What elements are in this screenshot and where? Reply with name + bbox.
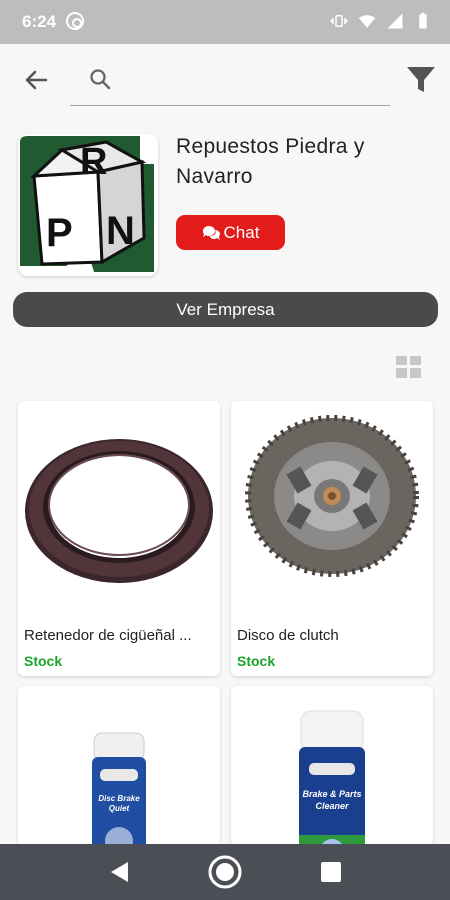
logo-letter-r: R [80, 141, 107, 183]
app-bar [0, 44, 450, 120]
can-label-line-2: Cleaner [315, 801, 349, 811]
nav-recents-icon[interactable] [321, 862, 341, 882]
logo-letter-p: P [46, 211, 73, 255]
can-label-line-2: Quiet [109, 804, 130, 813]
product-name: Disco de clutch [237, 627, 339, 644]
grid-view-icon[interactable] [396, 356, 421, 378]
battery-icon [419, 12, 427, 29]
product-stock: Stock [237, 653, 276, 669]
ver-empresa-button[interactable]: Ver Empresa [13, 292, 438, 327]
company-name: Repuestos Piedra y Navarro [176, 135, 365, 188]
search-input[interactable] [122, 64, 382, 96]
logo-letter-n: N [106, 209, 135, 253]
nav-back-icon[interactable] [108, 860, 130, 884]
signal-icon [387, 13, 403, 29]
chat-button-label: Chat [223, 222, 260, 242]
product-image-brake-spray-can: Disc Brake Quiet [92, 732, 146, 846]
product-stock: Stock [24, 653, 63, 669]
wifi-icon [358, 15, 376, 28]
chat-bubbles-icon [202, 225, 220, 240]
logo-cube-graphic: R P N [18, 134, 158, 276]
arrow-left-icon[interactable] [20, 64, 52, 96]
product-card[interactable]: Brake & Parts Cleaner [231, 686, 433, 846]
can-label-line-1: Brake & Parts [302, 789, 361, 799]
search-icon [90, 69, 111, 90]
product-card[interactable]: Retenedor de cigüeñal ... Stock [18, 401, 220, 676]
search-bar[interactable] [70, 58, 390, 106]
vibrate-icon [330, 15, 348, 27]
at-sign-icon [66, 12, 84, 30]
product-card[interactable]: Disco de clutch Stock [231, 401, 433, 676]
status-icons [330, 12, 432, 30]
chat-button[interactable]: Chat [176, 215, 285, 250]
company-logo: R P N [18, 134, 158, 276]
status-time: 6:24 [22, 12, 57, 31]
product-card[interactable]: Disc Brake Quiet [18, 686, 220, 846]
system-nav-bar [0, 844, 450, 900]
can-label-line-1: Disc Brake [98, 794, 140, 803]
status-bar: 6:24 [0, 0, 450, 44]
filter-icon[interactable] [404, 62, 438, 96]
product-image-oil-seal [25, 439, 213, 583]
product-image-clutch-disc [245, 415, 419, 577]
product-name: Retenedor de cigüeñal ... [24, 627, 192, 644]
nav-home-icon[interactable] [207, 854, 243, 890]
product-image-brake-cleaner-can: Brake & Parts Cleaner [299, 710, 365, 846]
